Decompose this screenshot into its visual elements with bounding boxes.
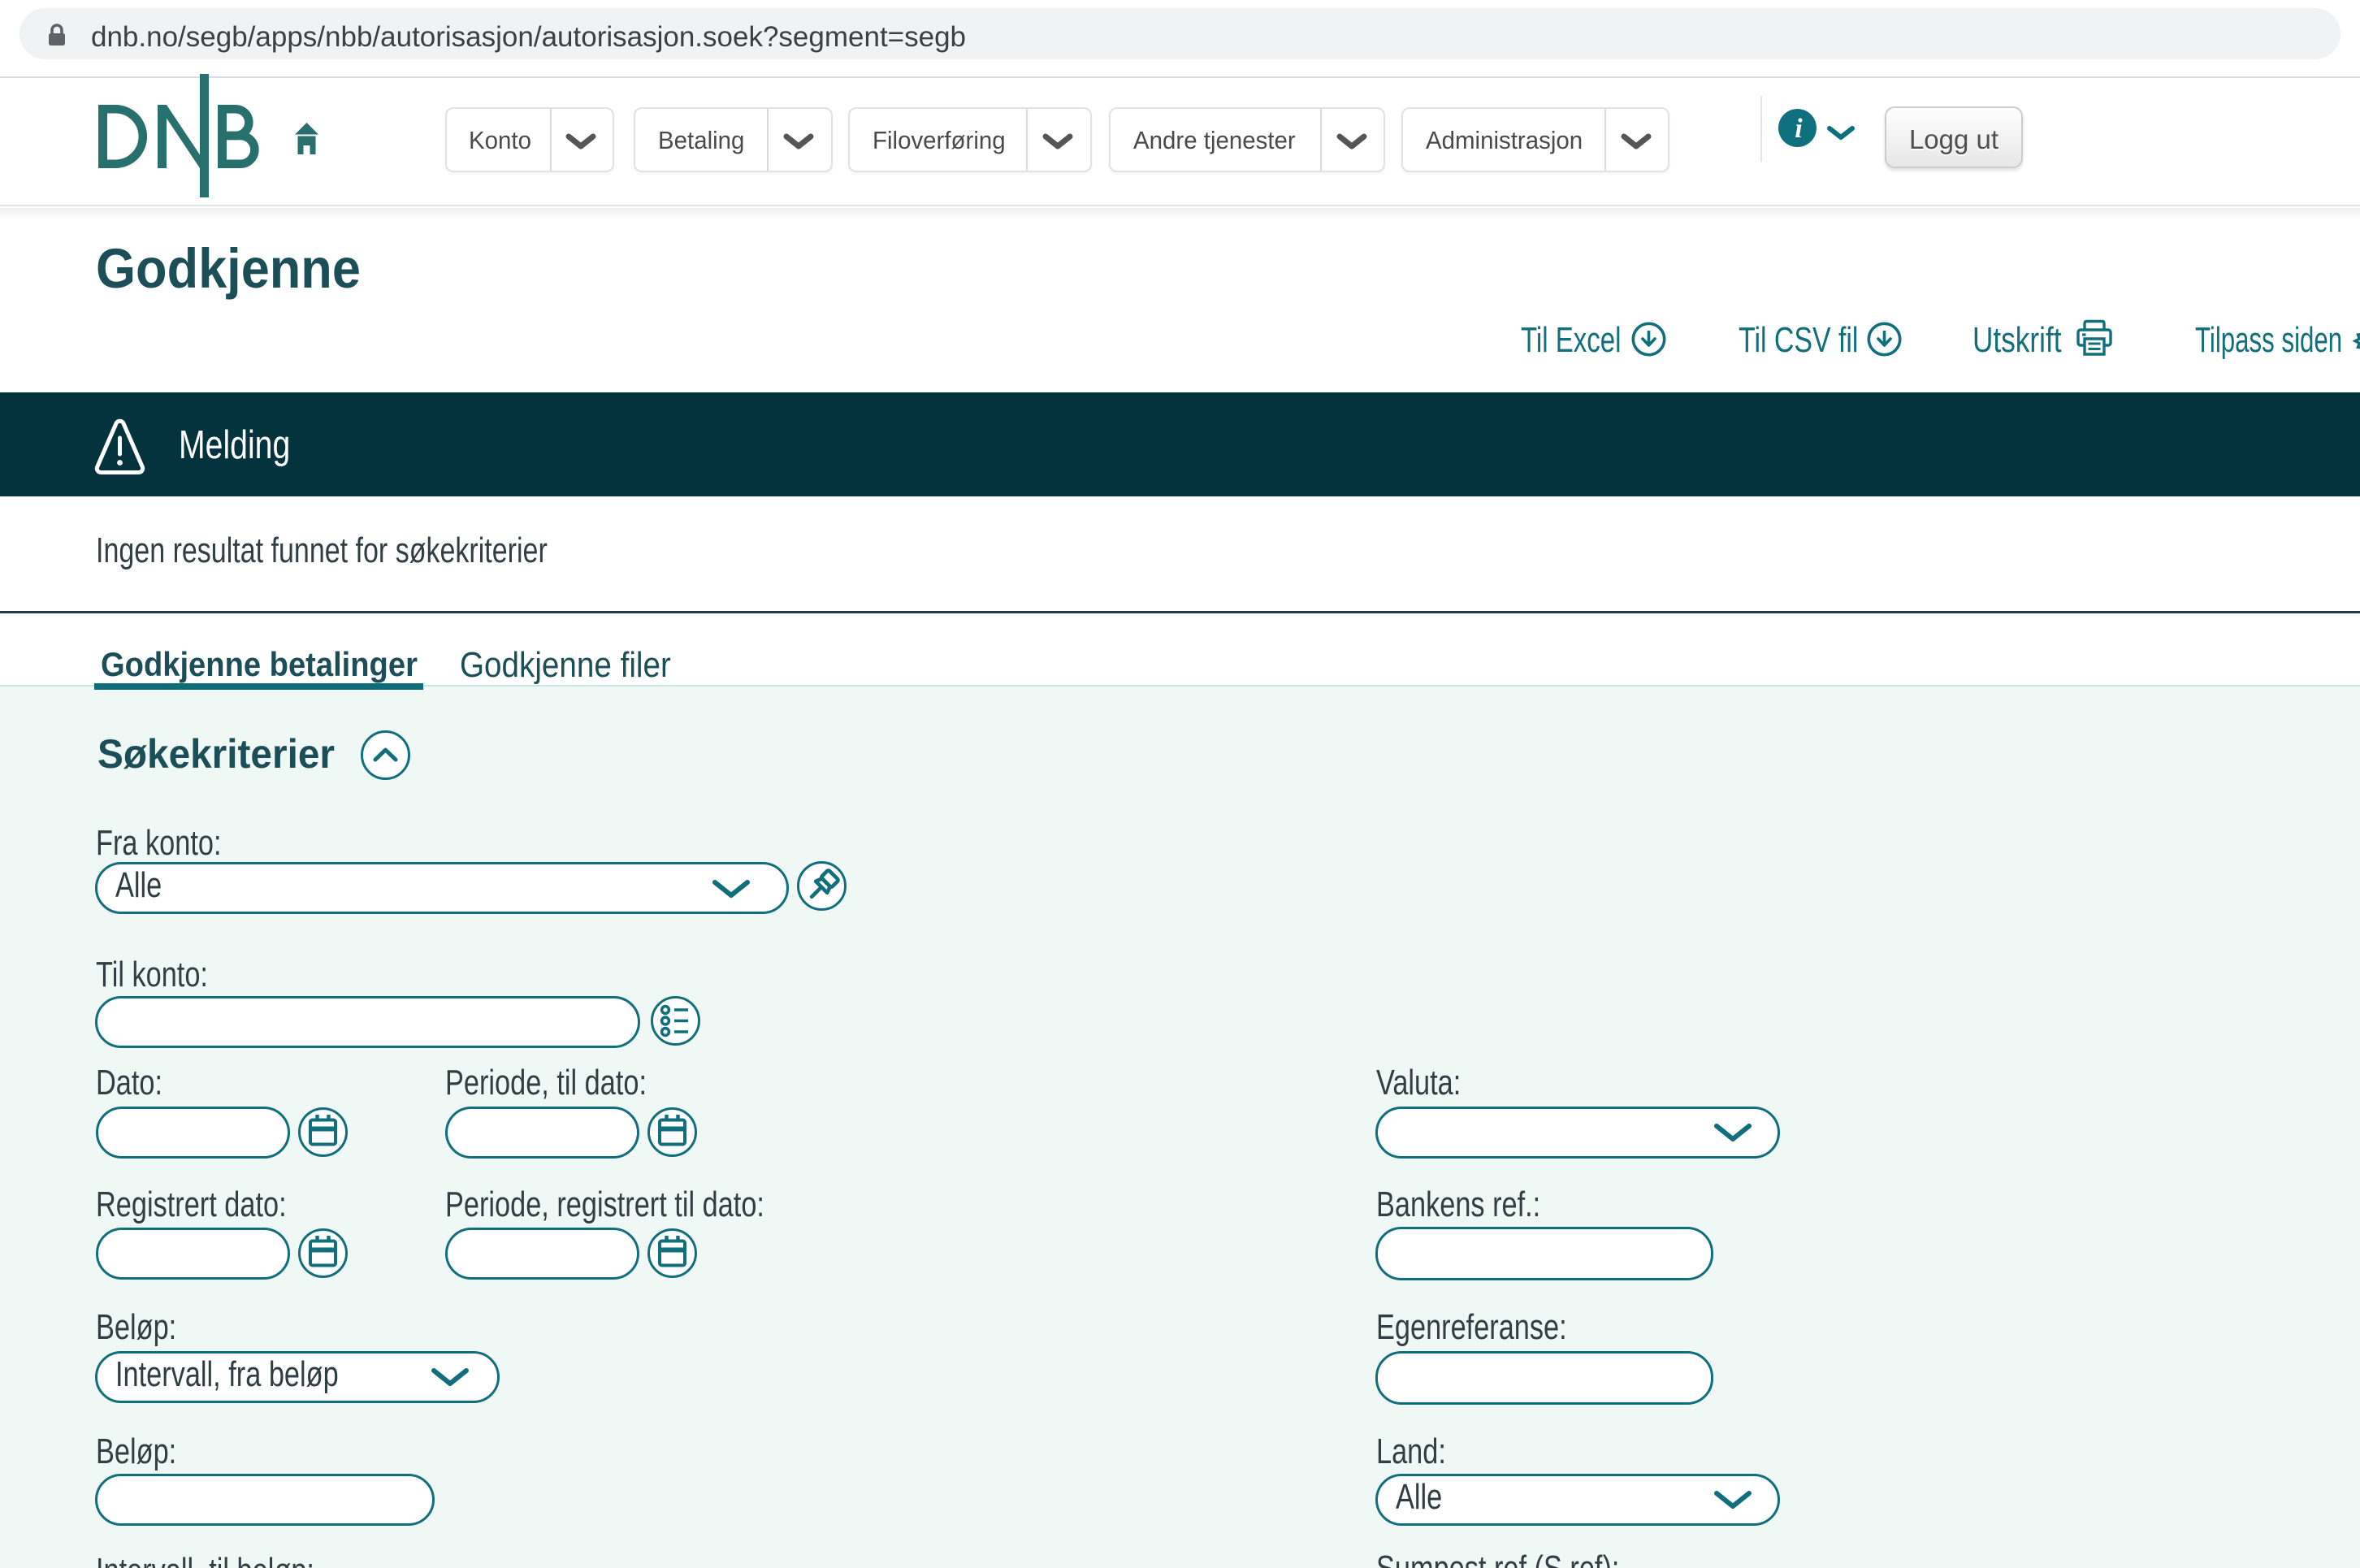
svg-text:i: i xyxy=(1795,114,1803,144)
